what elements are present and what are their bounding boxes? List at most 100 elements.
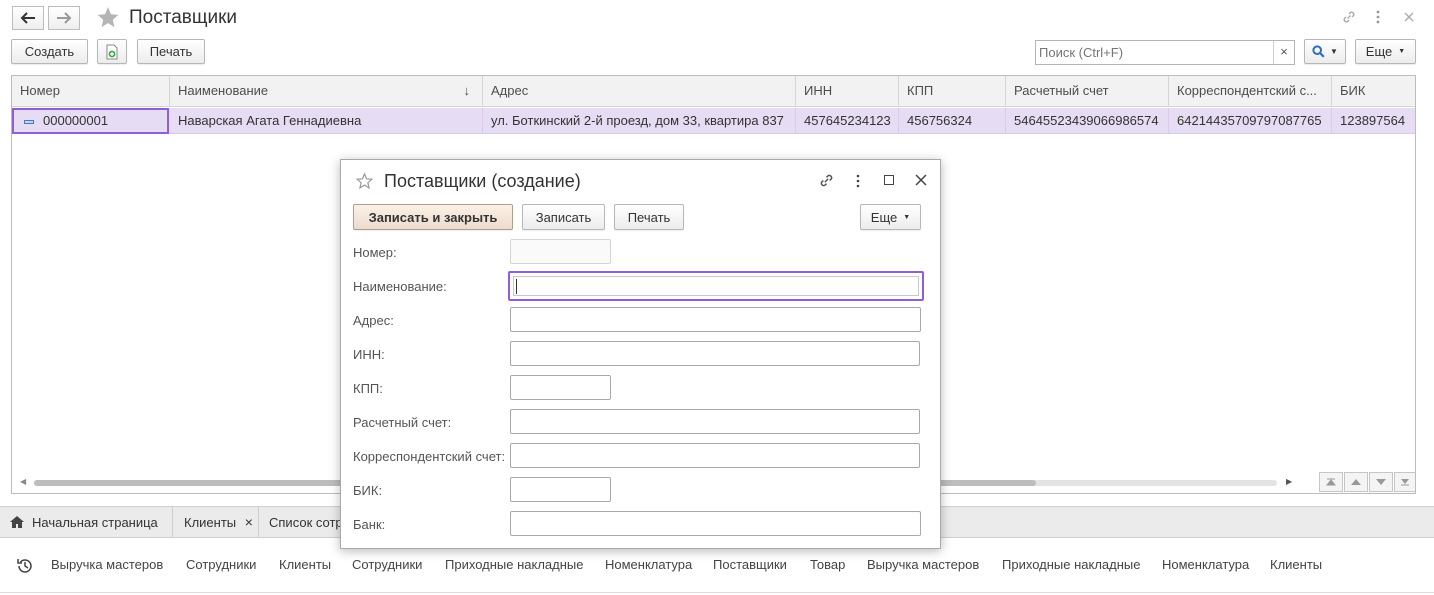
column-header-name[interactable]: Наименование ↓ <box>170 76 483 107</box>
link-icon[interactable] <box>1340 8 1358 26</box>
maximize-icon[interactable] <box>884 175 894 185</box>
scroll-right-icon[interactable]: ▶ <box>1286 477 1292 486</box>
tab-close-icon[interactable]: × <box>245 514 253 530</box>
row-kpp-cell[interactable]: 456756324 <box>899 108 1006 134</box>
forward-button[interactable] <box>48 6 80 30</box>
bottom-divider <box>0 592 1434 593</box>
copy-button[interactable] <box>97 39 127 64</box>
bank-label: Банк: <box>353 517 386 532</box>
bank-field[interactable] <box>510 511 921 536</box>
history-icon[interactable] <box>16 557 34 578</box>
row-address-cell[interactable]: ул. Боткинский 2-й проезд, дом 33, кварт… <box>483 108 796 134</box>
create-button[interactable]: Создать <box>11 39 88 64</box>
history-item[interactable]: Номенклатура <box>1162 557 1249 572</box>
column-header-number[interactable]: Номер <box>12 76 170 107</box>
search-input[interactable] <box>1036 41 1272 64</box>
table-header: Номер Наименование ↓ Адрес ИНН КПП Расче… <box>12 76 1415 107</box>
move-first-button[interactable] <box>1319 472 1343 492</box>
history-item[interactable]: Клиенты <box>279 557 331 572</box>
history-item[interactable]: Поставщики <box>713 557 787 572</box>
inn-label: ИНН: <box>353 347 385 362</box>
search-field[interactable]: × <box>1035 40 1295 65</box>
tab-home-label: Начальная страница <box>32 515 158 530</box>
column-header-bik[interactable]: БИК <box>1332 76 1415 107</box>
save-and-close-button[interactable]: Записать и закрыть <box>353 204 513 230</box>
history-item[interactable]: Выручка мастеров <box>867 557 979 572</box>
move-to-bottom-icon <box>1401 479 1409 486</box>
name-input[interactable] <box>513 276 919 296</box>
history-item[interactable]: Товар <box>810 557 845 572</box>
save-button[interactable]: Записать <box>522 204 605 230</box>
more-vertical-icon[interactable] <box>1370 8 1386 26</box>
favorite-star-outline-icon[interactable] <box>355 172 374 193</box>
move-up-button[interactable] <box>1344 472 1368 492</box>
more-button[interactable]: Еще ▼ <box>1355 39 1416 64</box>
row-corr-account-cell[interactable]: 64214435709797087765 <box>1169 108 1332 134</box>
back-button[interactable] <box>12 6 44 30</box>
arrow-up-icon <box>1351 479 1361 485</box>
move-down-button[interactable] <box>1369 472 1393 492</box>
history-item[interactable]: Приходные накладные <box>445 557 583 572</box>
catalog-item-icon <box>24 119 34 124</box>
bik-field[interactable] <box>510 477 611 502</box>
number-label: Номер: <box>353 245 397 260</box>
bik-label: БИК: <box>353 483 383 498</box>
close-icon[interactable] <box>915 174 927 189</box>
kpp-label: КПП: <box>353 381 383 396</box>
arrow-down-icon <box>1376 479 1386 485</box>
chevron-down-icon: ▼ <box>1398 48 1406 55</box>
history-item[interactable]: Сотрудники <box>352 557 422 572</box>
history-item[interactable]: Клиенты <box>1270 557 1322 572</box>
column-header-account[interactable]: Расчетный счет <box>1006 76 1169 107</box>
inn-field[interactable] <box>510 341 920 366</box>
history-item[interactable]: Выручка мастеров <box>51 557 163 572</box>
column-header-address[interactable]: Адрес <box>483 76 796 107</box>
close-icon[interactable] <box>1401 8 1417 26</box>
tab-clients[interactable]: Клиенты × <box>174 507 259 538</box>
more-label: Еще <box>1365 44 1393 59</box>
name-label: Наименование: <box>353 279 447 294</box>
table-row[interactable]: 000000001 Наварская Агата Геннадиевна ул… <box>12 108 1415 134</box>
row-bik-cell[interactable]: 123897564 <box>1332 108 1415 134</box>
row-account-cell[interactable]: 54645523439066986574 <box>1006 108 1169 134</box>
favorite-star-icon[interactable] <box>95 5 121 33</box>
print-button[interactable]: Печать <box>137 39 205 64</box>
row-inn-cell[interactable]: 457645234123 <box>796 108 899 134</box>
tab-home[interactable]: Начальная страница <box>0 507 173 538</box>
dialog-more-button[interactable]: Еще ▼ <box>860 204 921 230</box>
dialog-title: Поставщики (создание) <box>384 171 581 191</box>
tab-employees-list[interactable]: Список сотр <box>259 507 349 538</box>
corr-account-label: Корреспондентский счет: <box>353 449 506 464</box>
address-label: Адрес: <box>353 313 394 328</box>
row-number-cell[interactable]: 000000001 <box>12 108 169 134</box>
search-icon <box>1312 45 1325 58</box>
home-icon <box>10 516 24 528</box>
corr-account-field[interactable] <box>510 443 920 468</box>
name-field[interactable] <box>508 271 924 301</box>
scroll-left-icon[interactable]: ◀ <box>20 477 26 486</box>
account-field[interactable] <box>510 409 920 434</box>
history-item[interactable]: Приходные накладные <box>1002 557 1140 572</box>
history-item[interactable]: Сотрудники <box>186 557 256 572</box>
chevron-down-icon: ▼ <box>1330 47 1338 56</box>
search-clear-button[interactable]: × <box>1273 41 1294 64</box>
history-item[interactable]: Номенклатура <box>605 557 692 572</box>
move-last-button[interactable] <box>1394 472 1415 492</box>
dialog-print-button[interactable]: Печать <box>614 204 684 230</box>
row-name-cell[interactable]: Наварская Агата Геннадиевна <box>170 108 483 134</box>
column-header-corr-account[interactable]: Корреспондентский с... <box>1169 76 1332 107</box>
account-label: Расчетный счет: <box>353 415 452 430</box>
arrow-right-icon <box>57 12 72 24</box>
more-vertical-icon[interactable] <box>856 174 860 191</box>
column-header-kpp[interactable]: КПП <box>899 76 1006 107</box>
page-title: Поставщики <box>129 7 238 28</box>
link-icon[interactable] <box>818 172 835 192</box>
search-button[interactable]: ▼ <box>1304 39 1346 64</box>
address-field[interactable] <box>510 307 921 332</box>
column-header-inn[interactable]: ИНН <box>796 76 899 107</box>
chevron-down-icon: ▼ <box>903 213 911 221</box>
row-number: 000000001 <box>43 113 109 128</box>
move-to-top-icon <box>1326 478 1336 486</box>
kpp-field[interactable] <box>510 375 611 400</box>
number-field <box>510 239 611 264</box>
